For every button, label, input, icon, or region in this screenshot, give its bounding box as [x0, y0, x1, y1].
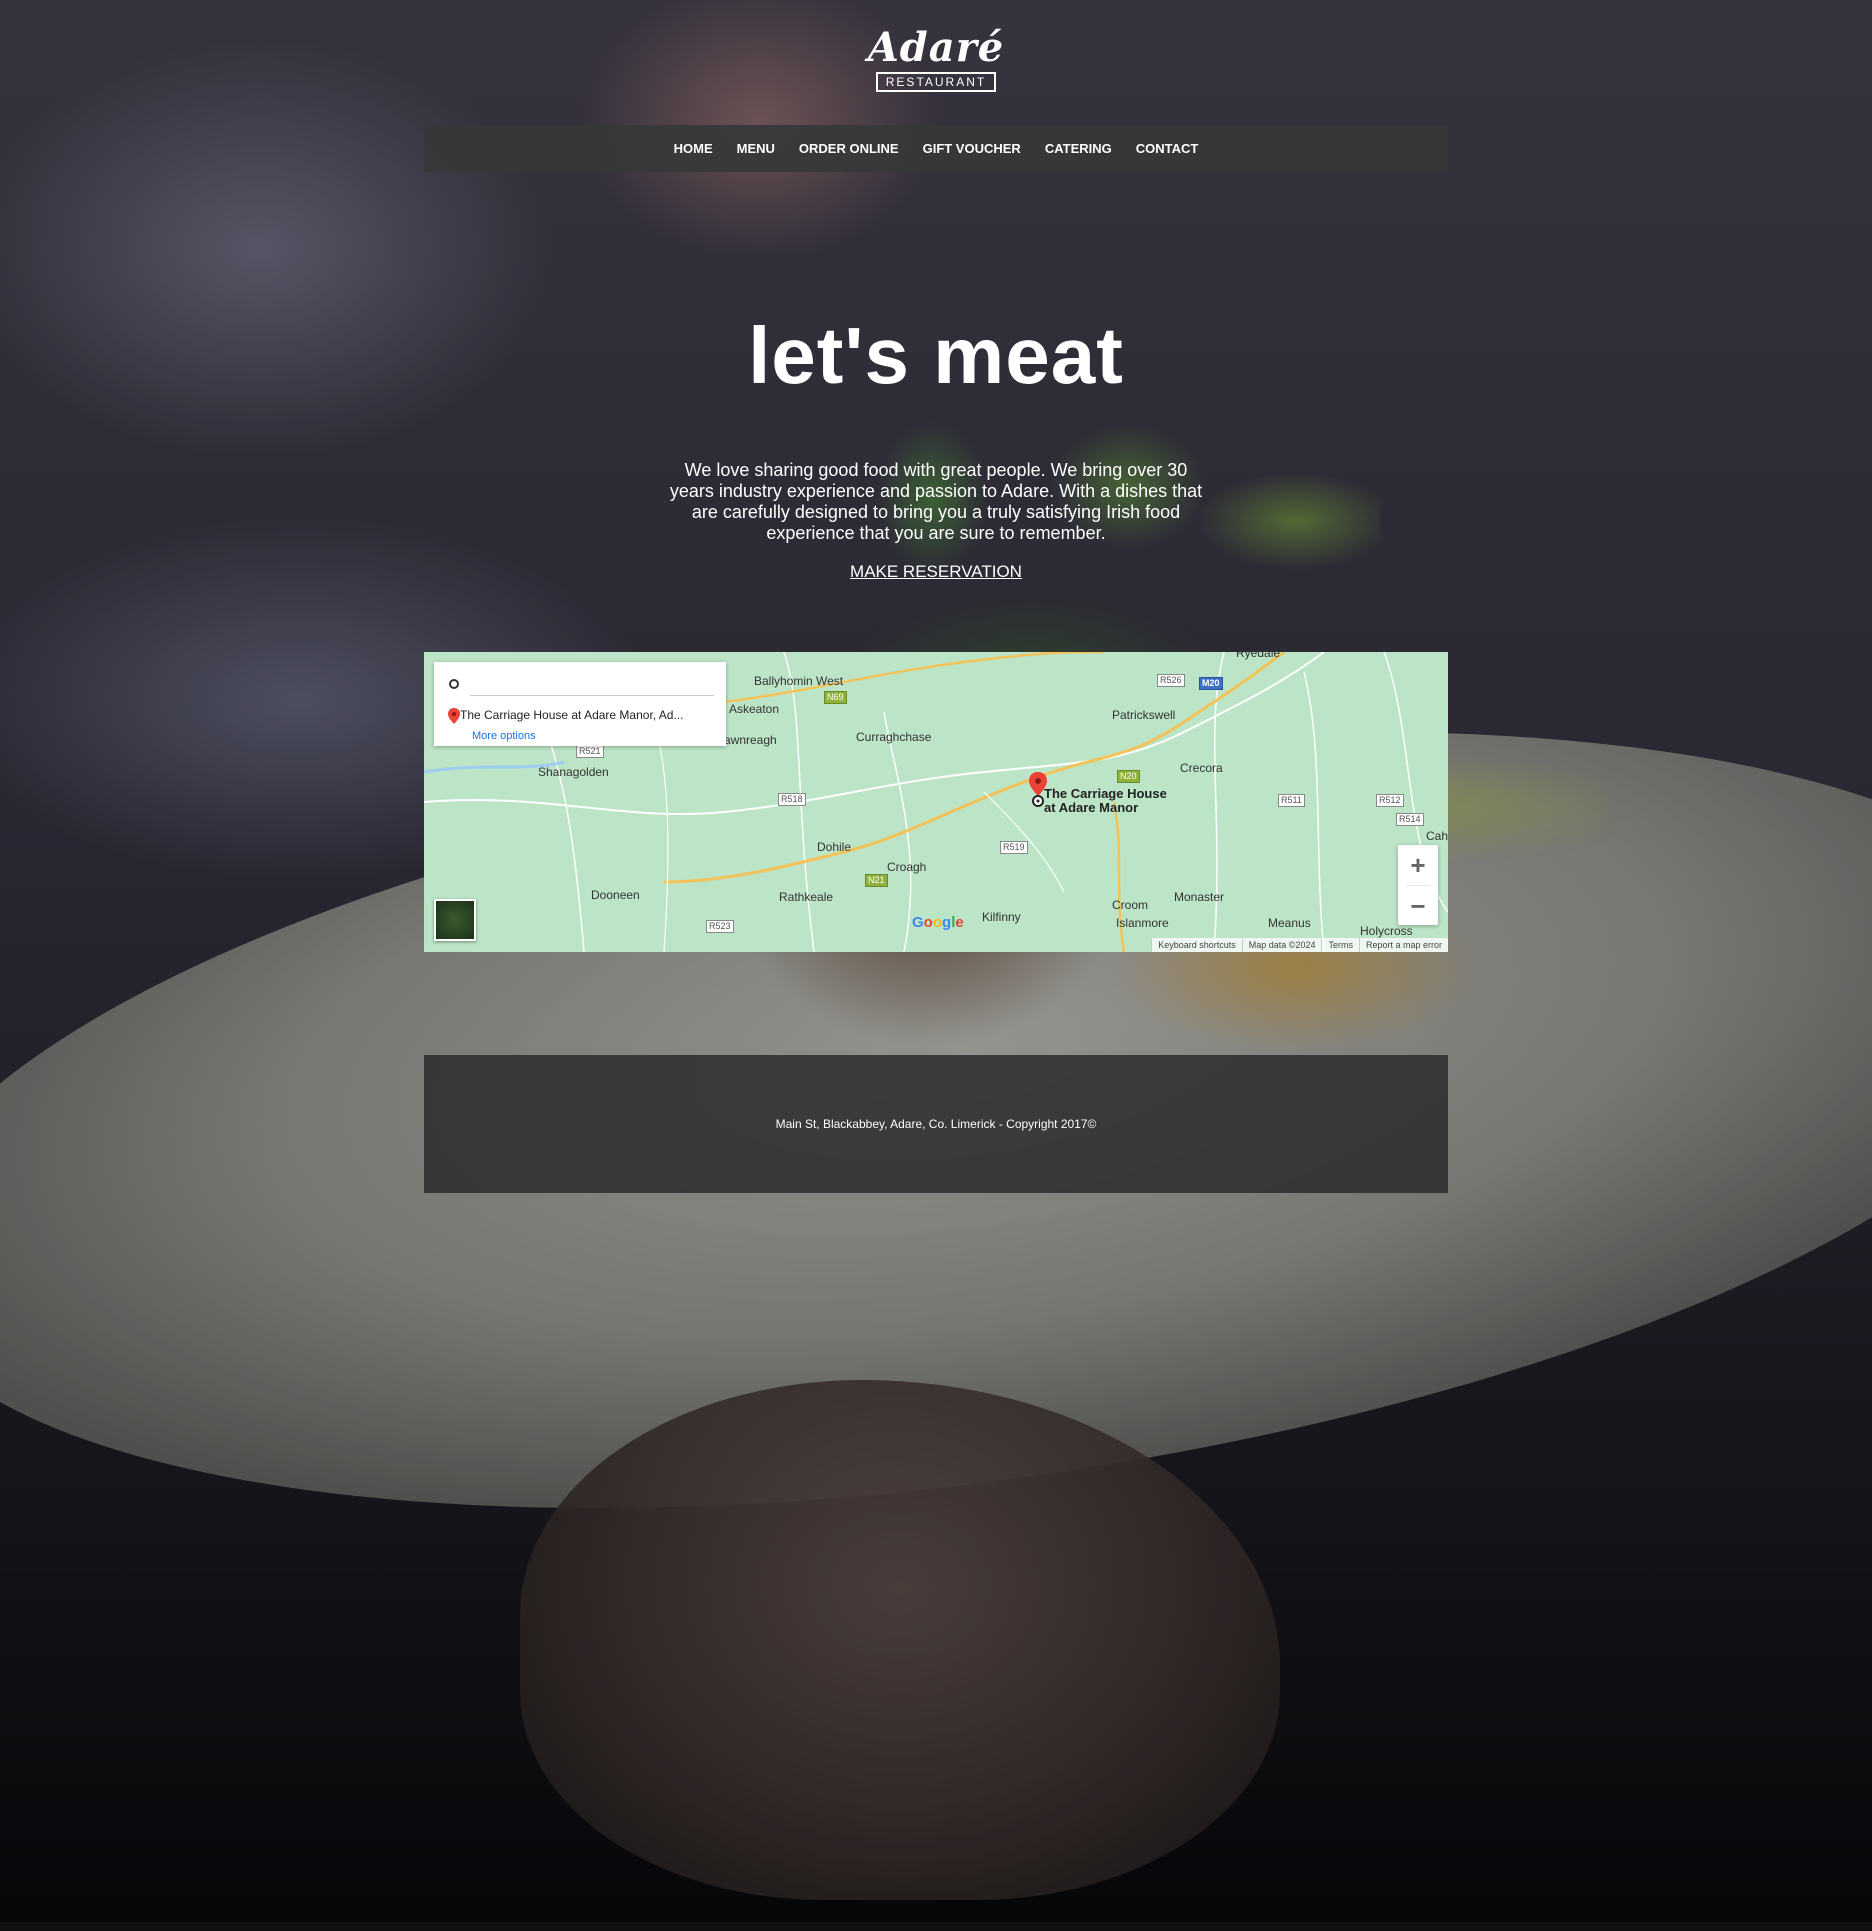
background-shade [0, 0, 1872, 1931]
google-logo: Google [912, 914, 964, 931]
directions-divider [470, 695, 714, 696]
route-badge: N69 [824, 691, 847, 704]
place-label: awnreagh [724, 733, 777, 747]
nav-gift-voucher[interactable]: GIFT VOUCHER [911, 125, 1033, 172]
logo-wordmark: Adaré [867, 24, 1005, 71]
main-nav: HOME MENU ORDER ONLINE GIFT VOUCHER CATE… [424, 125, 1448, 172]
place-label: Curraghchase [856, 730, 932, 744]
route-badge: N20 [1117, 770, 1140, 783]
route-badge: R523 [706, 920, 734, 933]
map-attribution: Keyboard shortcuts Map data ©2024 Terms … [1151, 938, 1448, 952]
place-label: Shanagolden [538, 765, 609, 779]
site-logo[interactable]: Adaré RESTAURANT [864, 26, 1008, 92]
route-badge: M20 [1199, 677, 1223, 690]
nav-home[interactable]: HOME [662, 125, 725, 172]
place-label: Rathkeale [779, 890, 834, 904]
nav-contact[interactable]: CONTACT [1124, 125, 1211, 172]
marker-label-line1: The Carriage House [1044, 786, 1167, 801]
place-label: Askeaton [729, 702, 780, 716]
route-badge: R526 [1157, 674, 1185, 687]
nav-catering[interactable]: CATERING [1033, 125, 1124, 172]
place-label: Ryedale [1236, 652, 1281, 660]
route-badge: R511 [1278, 794, 1305, 807]
place-label: Croom [1112, 898, 1149, 912]
place-label: Holycross [1360, 924, 1413, 938]
place-label: Dohile [817, 840, 852, 854]
site-footer: Main St, Blackabbey, Adare, Co. Limerick… [424, 1055, 1448, 1193]
zoom-out-button[interactable]: − [1398, 886, 1438, 926]
route-badge: R521 [576, 745, 604, 758]
place-label: Islanmore [1116, 916, 1169, 930]
footer-address: Main St, Blackabbey, Adare, Co. Limerick… [775, 1117, 1097, 1131]
destination-row[interactable]: The Carriage House at Adare Manor, Ad... [448, 708, 684, 724]
place-label: Meanus [1268, 916, 1311, 930]
destination-pin-icon [448, 708, 460, 724]
map-embed[interactable]: Ballyhomin West Askeaton awnreagh Shanag… [424, 652, 1448, 952]
zoom-in-button[interactable]: + [1398, 845, 1438, 885]
place-label: Dooneen [591, 888, 640, 902]
place-label: Croagh [887, 860, 927, 874]
nav-order-online[interactable]: ORDER ONLINE [787, 125, 911, 172]
hero-title: let's meat [748, 311, 1124, 400]
place-label: Monaster [1174, 890, 1225, 904]
place-label: Crecora [1180, 761, 1223, 775]
marker-label-line2: at Adare Manor [1044, 800, 1139, 815]
destination-text: The Carriage House at Adare Manor, Ad... [460, 708, 684, 722]
route-badge: N21 [865, 874, 888, 887]
logo-subtitle: RESTAURANT [875, 72, 997, 92]
map-data-text: Map data ©2024 [1241, 938, 1322, 952]
more-options-link[interactable]: More options [472, 730, 536, 742]
nav-menu[interactable]: MENU [725, 125, 787, 172]
marker-label: The Carriage House at Adare Manor [1044, 787, 1167, 815]
zoom-controls: + − [1398, 845, 1438, 925]
page-bottom-strip [0, 1922, 1872, 1931]
place-label: Ballyhomin West [754, 674, 844, 688]
route-badge: R514 [1396, 813, 1424, 826]
satellite-layer-icon[interactable] [434, 899, 476, 941]
route-badge: R518 [778, 793, 806, 806]
background-photo [0, 0, 1872, 1931]
make-reservation-link[interactable]: MAKE RESERVATION [850, 562, 1022, 581]
hero-description: We love sharing good food with great peo… [669, 460, 1203, 543]
keyboard-shortcuts-link[interactable]: Keyboard shortcuts [1151, 938, 1242, 952]
place-label: Cahe [1426, 829, 1448, 843]
route-badge: R519 [1000, 841, 1028, 854]
terms-link[interactable]: Terms [1321, 938, 1359, 952]
place-label: Kilfinny [982, 910, 1021, 924]
place-label: Patrickswell [1112, 708, 1176, 722]
directions-card: The Carriage House at Adare Manor, Ad...… [434, 662, 726, 746]
origin-circle-icon [449, 679, 459, 689]
route-badge: R512 [1376, 794, 1404, 807]
reservation-wrapper: MAKE RESERVATION [0, 562, 1872, 582]
report-map-error-link[interactable]: Report a map error [1358, 938, 1448, 952]
